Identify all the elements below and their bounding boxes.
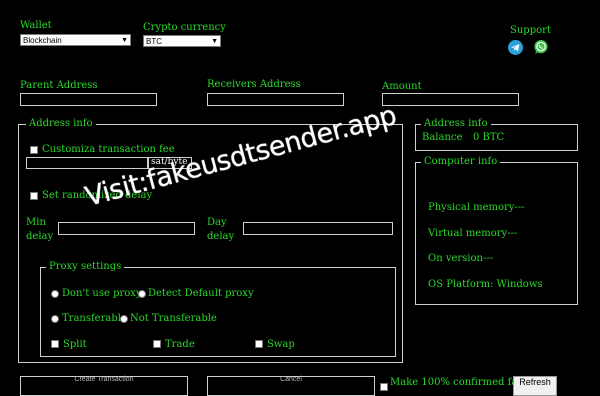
receivers-address-label: Receivers Address	[207, 79, 301, 90]
receivers-address-input[interactable]	[207, 93, 344, 106]
virtual-memory-text: Virtual memory---	[428, 228, 518, 239]
split-checkbox[interactable]	[51, 340, 59, 348]
whatsapp-icon[interactable]	[533, 39, 549, 55]
min-delay-label-line1: Min	[26, 217, 46, 228]
cancel-button[interactable]: Cancel	[207, 376, 375, 396]
radio-detect-default-proxy-label: Detect Default proxy	[148, 288, 254, 299]
randomized-delay-checkbox[interactable]	[30, 192, 38, 200]
on-version-text: On version---	[428, 253, 494, 264]
swap-checkbox[interactable]	[255, 340, 263, 348]
wallet-select[interactable]: Blockchain ▼	[20, 34, 131, 46]
fee-input[interactable]	[26, 157, 148, 169]
support-label: Support	[510, 25, 551, 36]
computer-info-legend: Computer info	[421, 156, 501, 167]
proxy-settings-legend: Proxy settings	[46, 261, 125, 272]
confirmed-fake-checkbox[interactable]	[380, 383, 388, 391]
balance-label: Balance	[422, 132, 463, 143]
radio-not-transferable[interactable]	[120, 315, 128, 323]
wallet-select-value: Blockchain	[23, 36, 62, 45]
swap-label: Swap	[267, 339, 295, 350]
address-settings-legend: Address info	[26, 118, 96, 129]
telegram-icon[interactable]	[508, 40, 523, 55]
day-delay-label-line2: delay	[207, 231, 235, 242]
customize-fee-label: Customiza transaction fee	[42, 144, 175, 155]
create-transaction-button[interactable]: Create Transaction	[20, 376, 188, 396]
chevron-down-icon: ▼	[211, 38, 218, 45]
parent-address-input[interactable]	[20, 93, 157, 106]
trade-label: Trade	[165, 339, 195, 350]
split-label: Split	[63, 339, 87, 350]
crypto-currency-select[interactable]: BTC ▼	[143, 35, 221, 47]
day-delay-label: Day delay	[207, 216, 234, 244]
min-delay-input[interactable]	[58, 222, 195, 235]
customize-fee-checkbox[interactable]	[30, 146, 38, 154]
radio-transferable[interactable]	[51, 315, 59, 323]
cancel-label: Cancel	[280, 376, 302, 383]
wallet-label: Wallet	[20, 20, 52, 31]
proxy-settings-panel	[40, 267, 396, 357]
parent-address-label: Parent Address	[20, 80, 98, 91]
balance-value: 0 BTC	[473, 132, 505, 143]
crypto-select-value: BTC	[146, 37, 162, 46]
radio-dont-use-proxy-label: Don't use proxy	[62, 288, 142, 299]
amount-label: Amount	[382, 81, 422, 92]
chevron-down-icon: ▼	[121, 37, 128, 44]
crypto-currency-label: Crypto currency	[143, 22, 226, 33]
amount-input[interactable]	[382, 93, 519, 106]
refresh-label: Refresh	[519, 377, 551, 387]
min-delay-label: Min delay	[26, 216, 53, 244]
trade-checkbox[interactable]	[153, 340, 161, 348]
confirmed-fake-label: Make 100% confirmed fake	[390, 377, 530, 388]
physical-memory-text: Physical memory---	[428, 202, 525, 213]
day-delay-label-line1: Day	[207, 217, 227, 228]
min-delay-label-line2: delay	[26, 231, 54, 242]
radio-not-transferable-label: Not Transferable	[130, 313, 217, 324]
refresh-button[interactable]: Refresh	[513, 376, 557, 396]
address-info-legend: Address info	[421, 118, 491, 129]
radio-dont-use-proxy[interactable]	[51, 290, 59, 298]
os-platform-text: OS Platform: Windows	[428, 279, 543, 290]
day-delay-input[interactable]	[243, 222, 393, 235]
radio-transferable-label: Transferable	[62, 313, 127, 324]
radio-detect-default-proxy[interactable]	[138, 290, 146, 298]
create-transaction-label: Create Transaction	[74, 376, 134, 383]
